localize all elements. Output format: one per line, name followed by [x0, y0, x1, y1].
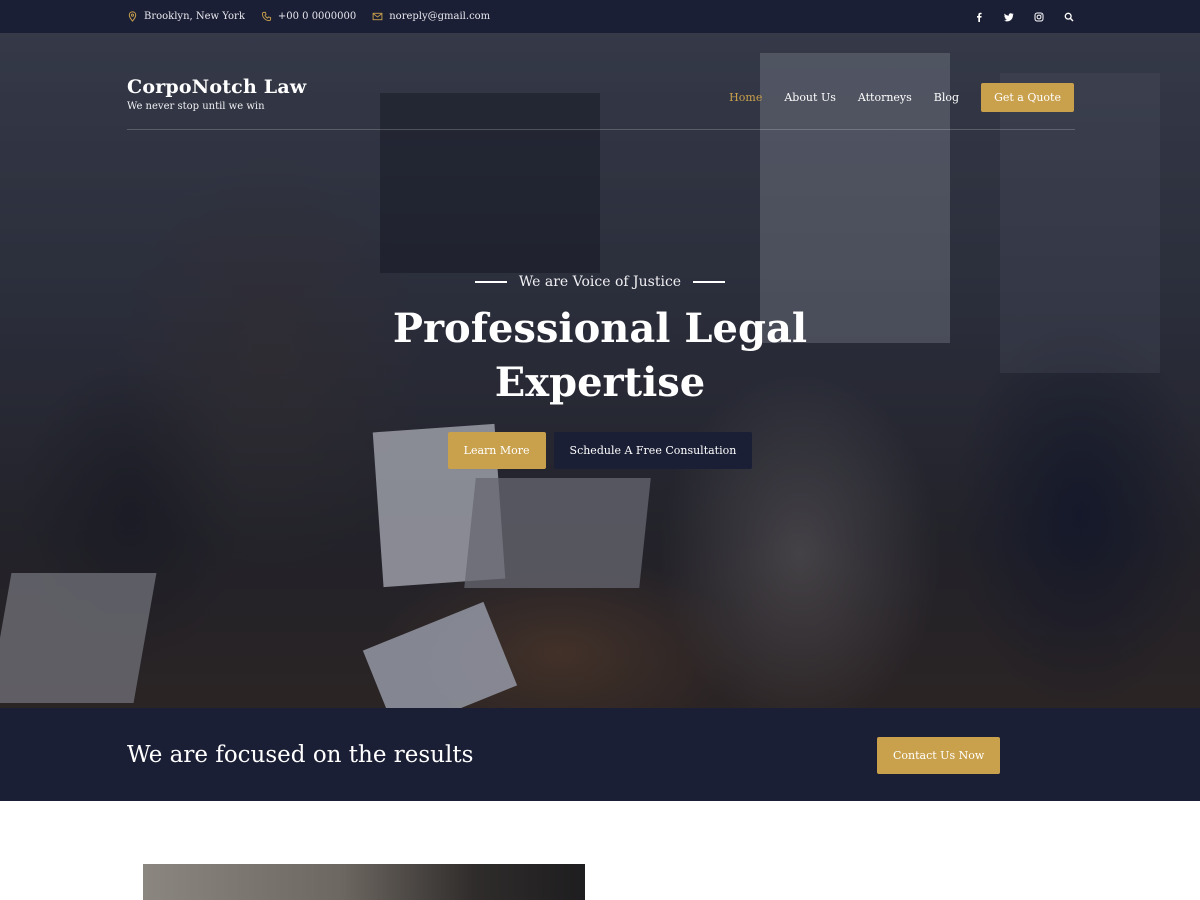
eyebrow-text: We are Voice of Justice	[518, 274, 682, 290]
contact-us-button[interactable]: Contact Us Now	[877, 737, 1001, 774]
mail-icon	[372, 12, 383, 21]
site-tagline: We never stop until we win	[127, 101, 265, 112]
eyebrow-line	[474, 281, 507, 283]
email-text[interactable]: noreply@gmail.com	[389, 11, 490, 22]
social-links	[973, 0, 1075, 33]
contact-info: Brooklyn, New York +00 0 0000000 noreply…	[127, 0, 490, 33]
phone-text[interactable]: +00 0 0000000	[278, 11, 356, 22]
get-quote-button[interactable]: Get a Quote	[981, 83, 1074, 112]
top-bar: Brooklyn, New York +00 0 0000000 noreply…	[0, 0, 1200, 33]
hero-eyebrow: We are Voice of Justice	[474, 274, 726, 290]
instagram-icon[interactable]	[1033, 11, 1045, 23]
header-divider	[127, 129, 1075, 130]
hero-title-line: Expertise	[494, 359, 706, 406]
main-nav: Home About Us Attorneys Blog Get a Quote	[729, 83, 1074, 112]
nav-item-blog[interactable]: Blog	[934, 91, 959, 104]
results-band: We are focused on the results Contact Us…	[0, 708, 1200, 801]
results-heading: We are focused on the results	[127, 741, 474, 768]
nav-item-about-us[interactable]: About Us	[784, 91, 836, 104]
nav-item-home[interactable]: Home	[729, 91, 762, 104]
location-info: Brooklyn, New York	[127, 11, 245, 22]
section-image	[143, 864, 585, 900]
phone-info[interactable]: +00 0 0000000	[261, 11, 356, 22]
site-title[interactable]: CorpoNotch Law	[127, 76, 306, 98]
hero-cta-group: Learn More Schedule A Free Consultation	[0, 432, 1200, 469]
map-pin-icon	[128, 11, 137, 22]
location-text: Brooklyn, New York	[144, 11, 245, 22]
hero-title: Professional Legal Expertise	[0, 302, 1200, 410]
facebook-icon[interactable]	[973, 11, 985, 23]
eyebrow-line	[693, 281, 726, 283]
learn-more-button[interactable]: Learn More	[447, 432, 546, 469]
search-icon[interactable]	[1063, 11, 1075, 23]
email-info[interactable]: noreply@gmail.com	[372, 11, 490, 22]
hero-title-line: Professional Legal	[392, 305, 808, 352]
site-brand[interactable]: CorpoNotch Law We never stop until we wi…	[127, 76, 306, 112]
twitter-icon[interactable]	[1003, 11, 1015, 23]
nav-item-attorneys[interactable]: Attorneys	[858, 91, 912, 104]
schedule-consultation-button[interactable]: Schedule A Free Consultation	[553, 432, 753, 469]
hero-content: We are Voice of Justice Professional Leg…	[0, 268, 1200, 469]
phone-icon	[261, 11, 271, 22]
